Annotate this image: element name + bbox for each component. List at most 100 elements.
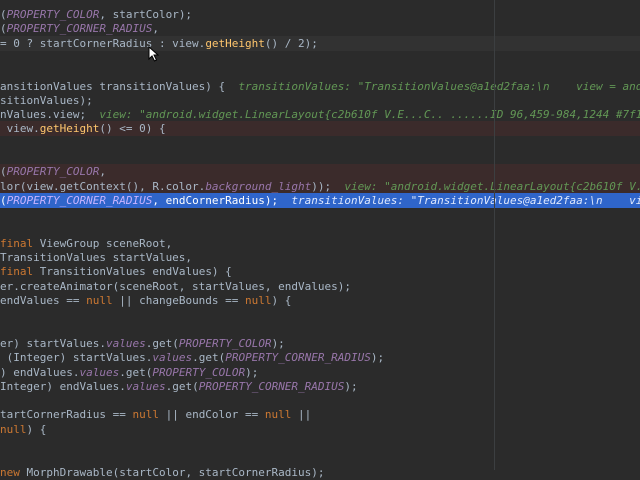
code-token: , startColor);	[99, 8, 193, 21]
code-token: || changeBounds ==	[112, 294, 246, 307]
code-token: null	[0, 422, 27, 436]
code-token: .get(	[165, 379, 199, 393]
code-line[interactable]: endValues == null || changeBounds == nul…	[0, 293, 640, 308]
code-line[interactable]: ) endValues.values.get(PROPERTY_COLOR);	[0, 365, 640, 380]
code-line[interactable]: Integer) endValues.values.get(PROPERTY_C…	[0, 379, 640, 394]
code-line[interactable]	[0, 207, 640, 222]
code-token: (Integer) startValues.	[0, 351, 153, 365]
code-token: ) endValues.	[0, 365, 80, 379]
code-line[interactable]	[0, 222, 640, 237]
inline-debug-value: view: "android.widget.LinearLayout{c2b61…	[99, 108, 640, 122]
code-line[interactable]	[0, 136, 640, 151]
code-token: , endCornerRadius);	[152, 193, 292, 207]
arrow-cursor-icon	[148, 45, 162, 62]
code-token: ,	[99, 165, 106, 179]
code-token: null	[264, 408, 292, 422]
code-token: view.	[0, 122, 40, 136]
code-line[interactable]	[0, 393, 640, 408]
code-line[interactable]: er.createAnimator(sceneRoot, startValues…	[0, 279, 640, 294]
code-token: .get(	[192, 351, 226, 365]
code-line[interactable]: new MorphDrawable(startColor, startCorne…	[0, 465, 640, 480]
inline-debug-value: transitionValues: "TransitionValues@a1ed…	[238, 79, 640, 93]
code-token: final	[0, 265, 40, 279]
code-token: PROPERTY_CORNER_RADIUS	[6, 193, 153, 207]
code-line[interactable]	[0, 50, 640, 65]
code-line[interactable]	[0, 436, 640, 451]
code-token: values	[125, 379, 166, 393]
code-editor[interactable]: (PROPERTY_COLOR, startColor); (PROPERTY_C…	[0, 0, 640, 479]
code-token: || endColor ==	[158, 408, 265, 422]
code-token: ,	[152, 22, 159, 36]
code-token: ));	[311, 179, 345, 193]
code-token: .get(	[145, 336, 179, 350]
code-token: er.createAnimator(sceneRoot, startValues…	[0, 279, 351, 293]
code-token: (	[0, 22, 7, 36]
code-line[interactable]: null) {	[0, 422, 640, 437]
code-line[interactable]: TransitionValues startValues,	[0, 250, 640, 265]
code-token: values	[105, 336, 146, 350]
inline-debug-value: transitionValues: "TransitionValues@a1ed…	[291, 193, 640, 207]
code-line[interactable]	[0, 307, 640, 322]
code-token: null	[132, 408, 159, 422]
code-token: (	[0, 193, 7, 207]
code-token: null	[86, 294, 113, 307]
code-token: );	[245, 365, 259, 379]
code-line[interactable]: (Integer) startValues.values.get(PROPERT…	[0, 350, 640, 365]
code-line-breakpoint[interactable]: (PROPERTY_COLOR,	[0, 164, 640, 180]
code-line[interactable]: = 0 ? startCornerRadius : view.getHeight…	[0, 35, 640, 51]
code-line[interactable]: final TransitionValues endValues) {	[0, 264, 640, 279]
code-line[interactable]: sitionValues);	[0, 93, 640, 108]
code-token: .get(	[119, 365, 153, 379]
code-line[interactable]: er) startValues.values.get(PROPERTY_COLO…	[0, 336, 640, 351]
code-line[interactable]: tartCornerRadius == null || endColor == …	[0, 407, 640, 422]
code-token: MorphDrawable(startColor, startCornerRad…	[26, 465, 325, 479]
code-token: PROPERTY_COLOR	[6, 8, 100, 21]
code-token: tartCornerRadius ==	[0, 408, 133, 422]
code-token: sitionValues);	[0, 93, 93, 107]
code-token: PROPERTY_COLOR	[6, 165, 100, 179]
code-line[interactable]: (PROPERTY_COLOR, startColor);	[0, 7, 640, 22]
code-token: final	[0, 236, 40, 250]
code-token: ) {	[271, 294, 292, 307]
code-token: endValues ==	[0, 294, 87, 307]
code-token: = 0 ? startCornerRadius : view.	[0, 36, 206, 50]
code-token: getHeight	[205, 36, 265, 50]
code-token: PROPERTY_CORNER_RADIUS	[6, 22, 153, 36]
code-token: () / 2);	[264, 36, 318, 50]
code-line[interactable]	[0, 450, 640, 465]
code-line[interactable]	[0, 150, 640, 165]
code-token: values	[79, 365, 120, 379]
code-token: TransitionValues endValues) {	[39, 265, 232, 279]
code-token: nValues.view;	[0, 108, 100, 122]
right-margin-guide	[494, 0, 495, 470]
code-token: er) startValues.	[0, 336, 106, 350]
code-token: lor(view.getContext(), R.color.	[0, 179, 206, 193]
code-token: PROPERTY_COLOR	[178, 336, 272, 350]
code-token: PROPERTY_COLOR	[152, 365, 246, 379]
code-line-breakpoint[interactable]: view.getHeight() <= 0) {	[0, 121, 640, 137]
code-line[interactable]: (PROPERTY_CORNER_RADIUS,	[0, 21, 640, 36]
code-token: getHeight	[39, 122, 100, 136]
code-line[interactable]	[0, 322, 640, 337]
code-token: (	[0, 165, 7, 179]
code-token: ViewGroup sceneRoot,	[39, 236, 173, 250]
code-token: ansitionValues transitionValues) {	[0, 79, 239, 93]
code-token: new	[0, 465, 27, 479]
code-line[interactable]: nValues.view; view: "android.widget.Line…	[0, 107, 640, 122]
code-token: Integer) endValues.	[0, 379, 126, 393]
code-token: );	[370, 351, 385, 365]
code-line[interactable]: ansitionValues transitionValues) { trans…	[0, 79, 640, 94]
code-token: TransitionValues startValues,	[0, 251, 193, 265]
code-token: ) {	[26, 422, 47, 436]
code-token: ||	[291, 408, 312, 422]
code-line[interactable]	[0, 64, 640, 79]
code-line-selected[interactable]: (PROPERTY_CORNER_RADIUS, endCornerRadius…	[0, 192, 640, 208]
code-token: values	[152, 351, 193, 365]
code-token: null	[245, 294, 272, 307]
code-line[interactable]: final ViewGroup sceneRoot,	[0, 236, 640, 251]
code-token: PROPERTY_CORNER_RADIUS	[225, 351, 371, 365]
code-token: );	[271, 336, 285, 350]
code-token: background_light	[205, 179, 312, 193]
code-line-breakpoint[interactable]: lor(view.getContext(), R.color.backgroun…	[0, 178, 640, 194]
code-token: (	[0, 8, 7, 21]
